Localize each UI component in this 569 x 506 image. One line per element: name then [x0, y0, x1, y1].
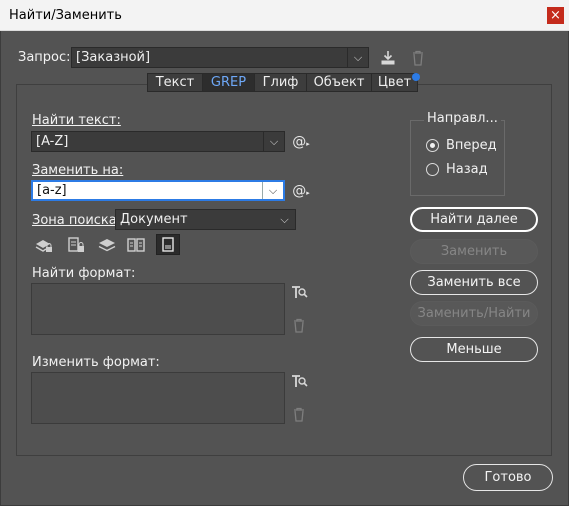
query-select[interactable]: [Заказной] ⌵	[71, 47, 369, 68]
direction-title: Направл...	[424, 111, 501, 126]
replace-find-button[interactable]: Заменить/Найти	[410, 301, 538, 326]
change-format-label: Изменить формат:	[32, 355, 160, 370]
tab-text[interactable]: Текст	[147, 73, 203, 92]
replace-with-value: [a-z]	[37, 183, 67, 198]
find-format-label: Найти формат:	[32, 266, 136, 281]
find-next-button[interactable]: Найти далее	[410, 207, 538, 232]
find-text-value: [A-Z]	[36, 134, 69, 149]
direction-group	[410, 120, 505, 196]
trash-icon[interactable]	[409, 48, 427, 68]
replace-all-button[interactable]: Заменить все	[410, 270, 538, 295]
include-hidden-layers-icon[interactable]	[97, 236, 117, 254]
tab-indicator-dot	[412, 73, 420, 81]
replace-with-input[interactable]: [a-z] ⌵	[31, 180, 285, 201]
find-format-box[interactable]	[31, 283, 285, 335]
search-scope-value: Документ	[120, 212, 188, 227]
change-format-box[interactable]	[31, 372, 285, 424]
query-value: [Заказной]	[76, 50, 151, 65]
trash-icon[interactable]	[290, 316, 308, 334]
less-button[interactable]: Меньше	[410, 337, 538, 362]
query-label: Запрос:	[18, 50, 71, 65]
trash-icon[interactable]	[290, 405, 308, 423]
special-characters-replace-icon[interactable]: @▸	[290, 181, 312, 201]
chevron-down-icon: ⌵	[280, 213, 289, 226]
search-scope-select[interactable]: Документ ⌵	[115, 209, 296, 230]
search-scope-label: Зона поиска:	[32, 213, 122, 228]
forward-label[interactable]: Вперед	[446, 138, 497, 153]
tab-color[interactable]: Цвет	[371, 73, 418, 92]
tab-glyph[interactable]: Глиф	[254, 73, 307, 92]
include-locked-layers-icon[interactable]	[34, 236, 54, 254]
close-button[interactable]: ×	[547, 7, 564, 24]
chevron-down-icon: ⌵	[347, 48, 368, 67]
find-text-label: Найти текст:	[32, 113, 121, 128]
format-settings-icon[interactable]	[289, 283, 309, 303]
special-characters-find-icon[interactable]: @▸	[290, 132, 312, 152]
include-footnotes-icon[interactable]	[156, 234, 180, 255]
chevron-down-icon: ⌵	[263, 132, 284, 151]
include-master-pages-icon[interactable]	[126, 236, 146, 254]
include-locked-stories-icon[interactable]	[66, 236, 86, 254]
tab-object[interactable]: Объект	[306, 73, 372, 92]
radio-backward[interactable]	[426, 163, 439, 176]
find-text-input[interactable]: [A-Z] ⌵	[31, 131, 285, 152]
replace-with-label: Заменить на:	[32, 163, 124, 178]
tab-grep[interactable]: GREP	[202, 73, 255, 92]
chevron-down-icon: ⌵	[262, 182, 283, 199]
radio-forward[interactable]	[426, 139, 439, 152]
title-bar: Найти/Заменить ×	[0, 0, 569, 31]
backward-label[interactable]: Назад	[446, 162, 488, 177]
replace-button[interactable]: Заменить	[410, 239, 538, 264]
format-settings-icon[interactable]	[289, 372, 309, 392]
save-query-icon[interactable]	[378, 48, 398, 68]
done-button[interactable]: Готово	[463, 464, 553, 491]
window-title: Найти/Заменить	[9, 8, 122, 23]
